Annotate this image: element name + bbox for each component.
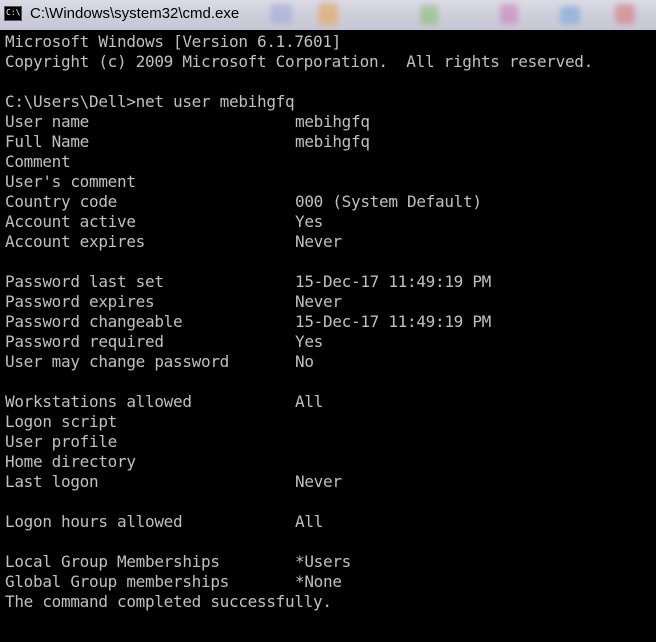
- field-value: Yes: [295, 212, 323, 231]
- field-key: Logon script: [5, 412, 117, 431]
- field-value: Never: [295, 292, 342, 311]
- blurred-taskbar-shape: [560, 6, 580, 24]
- field-value: *Users: [295, 552, 351, 571]
- field-row-user-name: User name mebihgfq: [5, 112, 656, 132]
- blurred-taskbar-shape: [420, 5, 438, 25]
- field-row-global-group-memberships: Global Group memberships *None: [5, 572, 656, 592]
- field-row-logon-hours-allowed: Logon hours allowed All: [5, 512, 656, 532]
- field-row-account-active: Account active Yes: [5, 212, 656, 232]
- console-prompt-command: C:\Users\Dell>net user mebihgfq: [5, 92, 295, 111]
- field-row-logon-script: Logon script: [5, 412, 656, 432]
- field-key: Home directory: [5, 452, 136, 471]
- field-key: User profile: [5, 432, 117, 451]
- field-key: Full Name: [5, 132, 89, 151]
- field-key: Comment: [5, 152, 71, 171]
- field-key: User may change password: [5, 352, 229, 371]
- field-key: Account expires: [5, 232, 145, 251]
- field-row-password-last-set: Password last set 15-Dec-17 11:49:19 PM: [5, 272, 656, 292]
- field-key: Global Group memberships: [5, 572, 229, 591]
- field-value: 15-Dec-17 11:49:19 PM: [295, 272, 491, 291]
- field-key: Password expires: [5, 292, 155, 311]
- blurred-taskbar-shape: [500, 4, 518, 24]
- blurred-taskbar-shape: [318, 3, 338, 25]
- cmd-window: C:\. C:\Windows\system32\cmd.exe Microso…: [0, 0, 656, 642]
- blurred-taskbar-shape: [270, 4, 292, 24]
- field-row-country-code: Country code 000 (System Default): [5, 192, 656, 212]
- field-row-workstations-allowed: Workstations allowed All: [5, 392, 656, 412]
- field-value: 000 (System Default): [295, 192, 482, 211]
- field-key: User's comment: [5, 172, 136, 191]
- console-line-version: Microsoft Windows [Version 6.1.7601]: [5, 32, 341, 51]
- console-output[interactable]: Microsoft Windows [Version 6.1.7601] Cop…: [0, 30, 656, 642]
- field-value: mebihgfq: [295, 132, 370, 151]
- field-key: Last logon: [5, 472, 99, 491]
- field-row-users-comment: User's comment: [5, 172, 656, 192]
- field-key: Password changeable: [5, 312, 183, 331]
- field-value: All: [295, 392, 323, 411]
- window-title: C:\Windows\system32\cmd.exe: [30, 5, 240, 22]
- field-row-local-group-memberships: Local Group Memberships *Users: [5, 552, 656, 572]
- field-row-comment: Comment: [5, 152, 656, 172]
- console-completion-message: The command completed successfully.: [5, 592, 332, 611]
- console-line-copyright: Copyright (c) 2009 Microsoft Corporation…: [5, 52, 593, 71]
- title-bar[interactable]: C:\. C:\Windows\system32\cmd.exe: [0, 0, 656, 30]
- field-row-password-changeable: Password changeable 15-Dec-17 11:49:19 PM: [5, 312, 656, 332]
- field-value: mebihgfq: [295, 112, 370, 131]
- field-value: All: [295, 512, 323, 531]
- field-key: Logon hours allowed: [5, 512, 183, 531]
- field-value: Yes: [295, 332, 323, 351]
- field-value: Never: [295, 232, 342, 251]
- field-row-full-name: Full Name mebihgfq: [5, 132, 656, 152]
- field-value: *None: [295, 572, 342, 591]
- blurred-taskbar-shape: [615, 4, 635, 24]
- field-value: No: [295, 352, 314, 371]
- field-row-user-may-change-password: User may change password No: [5, 352, 656, 372]
- field-row-last-logon: Last logon Never: [5, 472, 656, 492]
- field-row-account-expires: Account expires Never: [5, 232, 656, 252]
- cmd-prompt-icon[interactable]: C:\.: [4, 6, 22, 21]
- field-key: User name: [5, 112, 89, 131]
- field-key: Local Group Memberships: [5, 552, 220, 571]
- field-key: Account active: [5, 212, 136, 231]
- field-row-user-profile: User profile: [5, 432, 656, 452]
- field-key: Password required: [5, 332, 164, 351]
- field-key: Workstations allowed: [5, 392, 192, 411]
- field-key: Password last set: [5, 272, 164, 291]
- field-value: 15-Dec-17 11:49:19 PM: [295, 312, 491, 331]
- field-row-password-expires: Password expires Never: [5, 292, 656, 312]
- field-row-home-directory: Home directory: [5, 452, 656, 472]
- field-value: Never: [295, 472, 342, 491]
- field-row-password-required: Password required Yes: [5, 332, 656, 352]
- field-key: Country code: [5, 192, 117, 211]
